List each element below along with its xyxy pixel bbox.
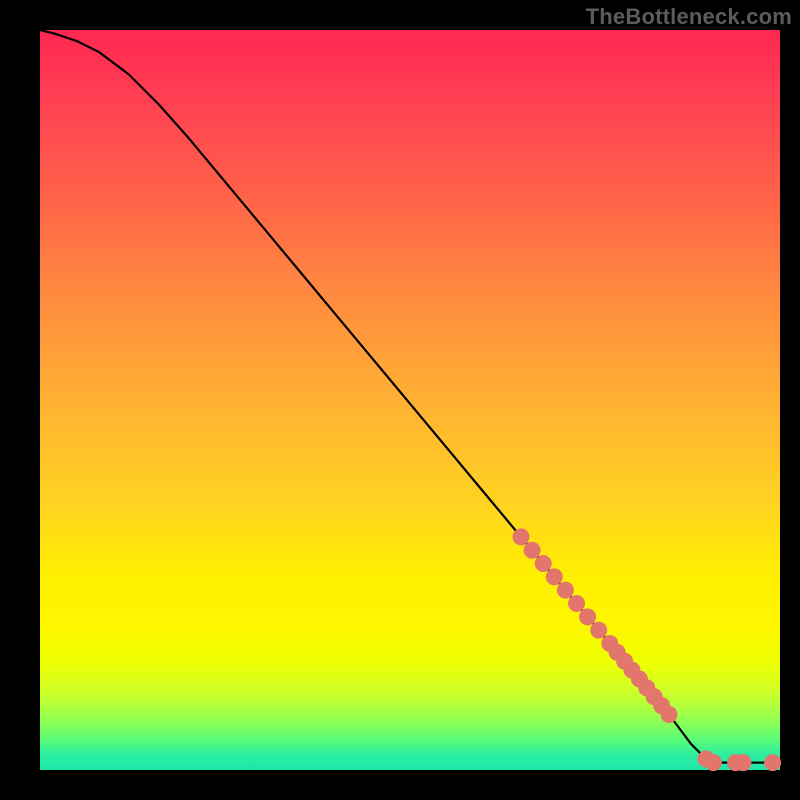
watermark-label: TheBottleneck.com [586,4,792,30]
chart-frame: TheBottleneck.com [0,0,800,800]
data-point [764,754,781,771]
plot-svg [40,30,780,770]
plot-area [40,30,780,770]
data-point [535,555,552,572]
bottleneck-curve [40,30,780,763]
data-point [579,608,596,625]
data-point [590,622,607,639]
data-point [513,528,530,545]
data-point [735,754,752,771]
data-point [524,542,541,559]
data-point [568,595,585,612]
data-point [705,754,722,771]
scatter-group [513,528,782,771]
data-point [557,582,574,599]
data-point [661,706,678,723]
data-point [546,568,563,585]
